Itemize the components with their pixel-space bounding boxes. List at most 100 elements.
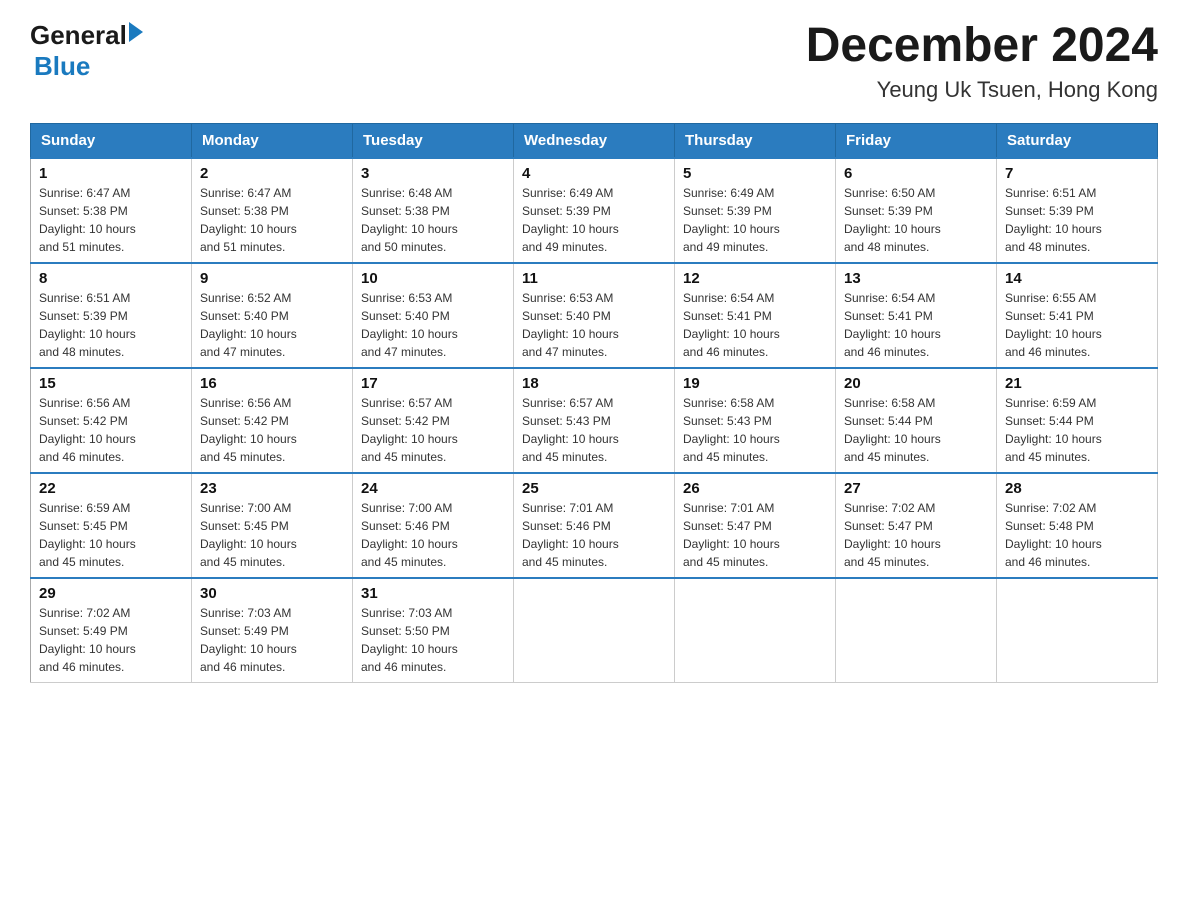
day-number-29: 29 <box>39 585 183 602</box>
day-cell-28: 28 Sunrise: 7:02 AM Sunset: 5:48 PM Dayli… <box>997 473 1158 578</box>
day-info-26: Sunrise: 7:01 AM Sunset: 5:47 PM Dayligh… <box>683 499 827 571</box>
day-info-22: Sunrise: 6:59 AM Sunset: 5:45 PM Dayligh… <box>39 499 183 571</box>
header-wednesday: Wednesday <box>514 123 675 158</box>
empty-cell <box>997 578 1158 683</box>
day-number-1: 1 <box>39 165 183 182</box>
empty-cell <box>514 578 675 683</box>
day-cell-14: 14 Sunrise: 6:55 AM Sunset: 5:41 PM Dayli… <box>997 263 1158 368</box>
day-cell-31: 31 Sunrise: 7:03 AM Sunset: 5:50 PM Dayli… <box>353 578 514 683</box>
calendar-table: SundayMondayTuesdayWednesdayThursdayFrid… <box>30 123 1158 683</box>
day-number-14: 14 <box>1005 270 1149 287</box>
day-info-4: Sunrise: 6:49 AM Sunset: 5:39 PM Dayligh… <box>522 184 666 256</box>
day-number-20: 20 <box>844 375 988 392</box>
day-info-5: Sunrise: 6:49 AM Sunset: 5:39 PM Dayligh… <box>683 184 827 256</box>
day-info-30: Sunrise: 7:03 AM Sunset: 5:49 PM Dayligh… <box>200 604 344 676</box>
day-cell-6: 6Sunrise: 6:50 AM Sunset: 5:39 PM Daylig… <box>836 158 997 263</box>
day-info-12: Sunrise: 6:54 AM Sunset: 5:41 PM Dayligh… <box>683 289 827 361</box>
day-number-4: 4 <box>522 165 666 182</box>
empty-cell <box>836 578 997 683</box>
day-cell-1: 1 Sunrise: 6:47 AM Sunset: 5:38 PM Daylig… <box>31 158 192 263</box>
day-cell-13: 13 Sunrise: 6:54 AM Sunset: 5:41 PM Dayli… <box>836 263 997 368</box>
day-cell-21: 21 Sunrise: 6:59 AM Sunset: 5:44 PM Dayli… <box>997 368 1158 473</box>
page-header: General Blue December 2024 Yeung Uk Tsue… <box>30 20 1158 103</box>
day-cell-4: 4 Sunrise: 6:49 AM Sunset: 5:39 PM Daylig… <box>514 158 675 263</box>
day-number-21: 21 <box>1005 375 1149 392</box>
day-info-17: Sunrise: 6:57 AM Sunset: 5:42 PM Dayligh… <box>361 394 505 466</box>
day-cell-9: 9 Sunrise: 6:52 AM Sunset: 5:40 PM Daylig… <box>192 263 353 368</box>
day-info-11: Sunrise: 6:53 AM Sunset: 5:40 PM Dayligh… <box>522 289 666 361</box>
day-number-19: 19 <box>683 375 827 392</box>
day-number-11: 11 <box>522 270 666 287</box>
day-number-13: 13 <box>844 270 988 287</box>
day-info-15: Sunrise: 6:56 AM Sunset: 5:42 PM Dayligh… <box>39 394 183 466</box>
day-info-21: Sunrise: 6:59 AM Sunset: 5:44 PM Dayligh… <box>1005 394 1149 466</box>
day-number-26: 26 <box>683 480 827 497</box>
day-info-13: Sunrise: 6:54 AM Sunset: 5:41 PM Dayligh… <box>844 289 988 361</box>
header-monday: Monday <box>192 123 353 158</box>
day-number-6: 6 <box>844 165 988 182</box>
day-info-14: Sunrise: 6:55 AM Sunset: 5:41 PM Dayligh… <box>1005 289 1149 361</box>
day-cell-18: 18Sunrise: 6:57 AM Sunset: 5:43 PM Dayli… <box>514 368 675 473</box>
day-number-25: 25 <box>522 480 666 497</box>
day-number-12: 12 <box>683 270 827 287</box>
day-cell-25: 25Sunrise: 7:01 AM Sunset: 5:46 PM Dayli… <box>514 473 675 578</box>
day-info-8: Sunrise: 6:51 AM Sunset: 5:39 PM Dayligh… <box>39 289 183 361</box>
day-info-31: Sunrise: 7:03 AM Sunset: 5:50 PM Dayligh… <box>361 604 505 676</box>
day-number-17: 17 <box>361 375 505 392</box>
logo-general: General <box>30 20 127 51</box>
day-number-23: 23 <box>200 480 344 497</box>
day-info-1: Sunrise: 6:47 AM Sunset: 5:38 PM Dayligh… <box>39 184 183 256</box>
month-title: December 2024 <box>806 20 1158 73</box>
calendar-header-row: SundayMondayTuesdayWednesdayThursdayFrid… <box>31 123 1158 158</box>
day-cell-8: 8 Sunrise: 6:51 AM Sunset: 5:39 PM Daylig… <box>31 263 192 368</box>
day-cell-3: 3 Sunrise: 6:48 AM Sunset: 5:38 PM Daylig… <box>353 158 514 263</box>
week-row-2: 8 Sunrise: 6:51 AM Sunset: 5:39 PM Daylig… <box>31 263 1158 368</box>
day-cell-29: 29 Sunrise: 7:02 AM Sunset: 5:49 PM Dayli… <box>31 578 192 683</box>
day-info-27: Sunrise: 7:02 AM Sunset: 5:47 PM Dayligh… <box>844 499 988 571</box>
day-number-22: 22 <box>39 480 183 497</box>
header-sunday: Sunday <box>31 123 192 158</box>
day-number-15: 15 <box>39 375 183 392</box>
day-info-9: Sunrise: 6:52 AM Sunset: 5:40 PM Dayligh… <box>200 289 344 361</box>
day-info-18: Sunrise: 6:57 AM Sunset: 5:43 PM Dayligh… <box>522 394 666 466</box>
title-section: December 2024 Yeung Uk Tsuen, Hong Kong <box>806 20 1158 103</box>
day-number-9: 9 <box>200 270 344 287</box>
day-info-7: Sunrise: 6:51 AM Sunset: 5:39 PM Dayligh… <box>1005 184 1149 256</box>
logo: General Blue <box>30 20 143 82</box>
day-number-5: 5 <box>683 165 827 182</box>
day-number-2: 2 <box>200 165 344 182</box>
day-number-31: 31 <box>361 585 505 602</box>
day-info-28: Sunrise: 7:02 AM Sunset: 5:48 PM Dayligh… <box>1005 499 1149 571</box>
day-cell-26: 26 Sunrise: 7:01 AM Sunset: 5:47 PM Dayli… <box>675 473 836 578</box>
header-saturday: Saturday <box>997 123 1158 158</box>
day-info-29: Sunrise: 7:02 AM Sunset: 5:49 PM Dayligh… <box>39 604 183 676</box>
day-number-28: 28 <box>1005 480 1149 497</box>
logo-arrow-icon <box>129 22 143 42</box>
day-info-23: Sunrise: 7:00 AM Sunset: 5:45 PM Dayligh… <box>200 499 344 571</box>
day-cell-30: 30 Sunrise: 7:03 AM Sunset: 5:49 PM Dayli… <box>192 578 353 683</box>
header-thursday: Thursday <box>675 123 836 158</box>
day-info-19: Sunrise: 6:58 AM Sunset: 5:43 PM Dayligh… <box>683 394 827 466</box>
day-number-27: 27 <box>844 480 988 497</box>
day-number-24: 24 <box>361 480 505 497</box>
day-number-10: 10 <box>361 270 505 287</box>
day-cell-15: 15 Sunrise: 6:56 AM Sunset: 5:42 PM Dayli… <box>31 368 192 473</box>
day-number-7: 7 <box>1005 165 1149 182</box>
day-info-16: Sunrise: 6:56 AM Sunset: 5:42 PM Dayligh… <box>200 394 344 466</box>
week-row-1: 1 Sunrise: 6:47 AM Sunset: 5:38 PM Daylig… <box>31 158 1158 263</box>
day-cell-12: 12 Sunrise: 6:54 AM Sunset: 5:41 PM Dayli… <box>675 263 836 368</box>
day-number-3: 3 <box>361 165 505 182</box>
week-row-3: 15 Sunrise: 6:56 AM Sunset: 5:42 PM Dayli… <box>31 368 1158 473</box>
day-cell-11: 11 Sunrise: 6:53 AM Sunset: 5:40 PM Dayli… <box>514 263 675 368</box>
day-cell-16: 16Sunrise: 6:56 AM Sunset: 5:42 PM Dayli… <box>192 368 353 473</box>
day-info-3: Sunrise: 6:48 AM Sunset: 5:38 PM Dayligh… <box>361 184 505 256</box>
day-number-8: 8 <box>39 270 183 287</box>
day-info-2: Sunrise: 6:47 AM Sunset: 5:38 PM Dayligh… <box>200 184 344 256</box>
header-tuesday: Tuesday <box>353 123 514 158</box>
day-number-30: 30 <box>200 585 344 602</box>
day-cell-22: 22 Sunrise: 6:59 AM Sunset: 5:45 PM Dayli… <box>31 473 192 578</box>
day-info-10: Sunrise: 6:53 AM Sunset: 5:40 PM Dayligh… <box>361 289 505 361</box>
day-cell-7: 7 Sunrise: 6:51 AM Sunset: 5:39 PM Daylig… <box>997 158 1158 263</box>
header-friday: Friday <box>836 123 997 158</box>
day-cell-23: 23 Sunrise: 7:00 AM Sunset: 5:45 PM Dayli… <box>192 473 353 578</box>
